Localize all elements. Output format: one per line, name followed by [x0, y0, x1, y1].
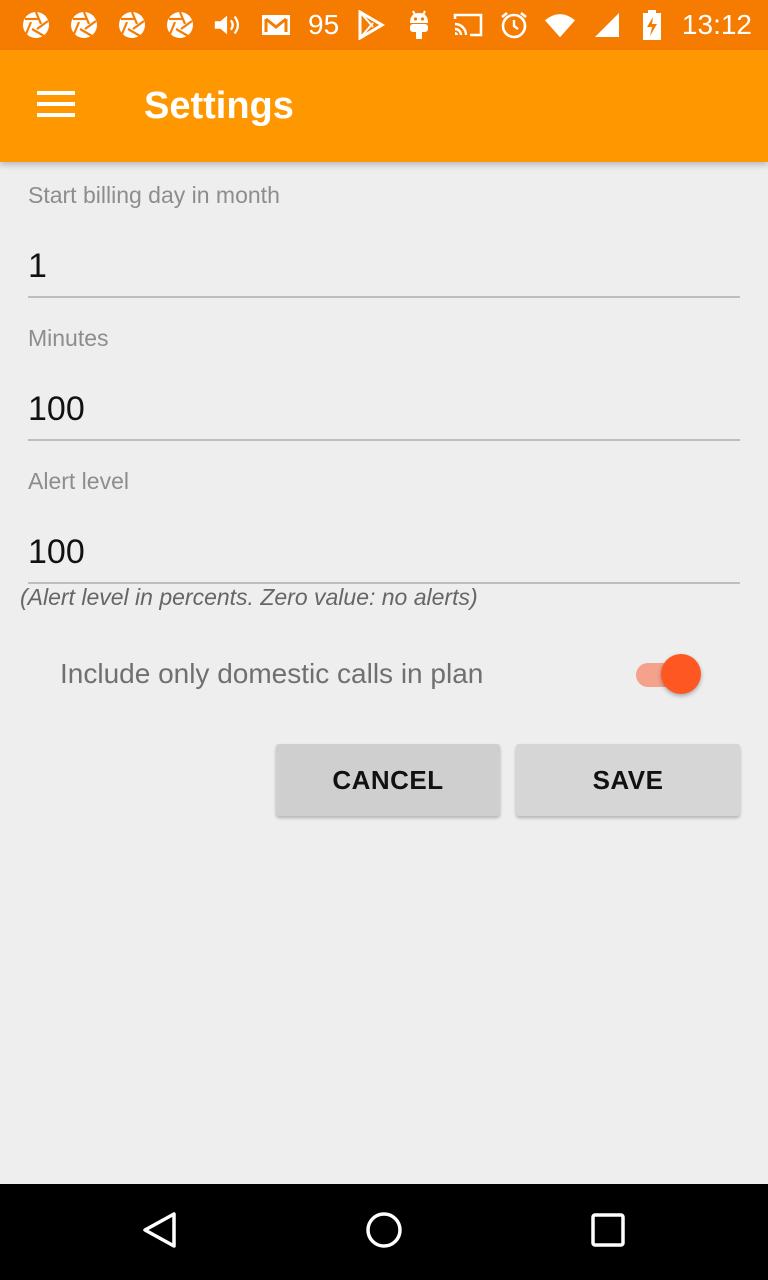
- back-triangle-icon: [140, 1210, 180, 1255]
- alert-level-label: Alert level: [28, 468, 129, 494]
- navigation-bar: [0, 1184, 768, 1280]
- billing-day-field: Start billing day in month: [28, 182, 740, 302]
- clock-time: 13:12: [681, 9, 752, 40]
- domestic-calls-switch[interactable]: [634, 652, 706, 696]
- menu-button[interactable]: [0, 50, 112, 162]
- recents-square-icon: [590, 1212, 626, 1253]
- page-title: Settings: [144, 84, 294, 127]
- volume-icon: [212, 9, 244, 41]
- recents-button[interactable]: [576, 1200, 640, 1264]
- domestic-calls-label: Include only domestic calls in plan: [60, 658, 484, 689]
- status-system: 13:12: [452, 9, 752, 41]
- play-store-icon: [355, 9, 387, 41]
- android-icon: [403, 9, 435, 41]
- aperture-icon: [68, 9, 100, 41]
- home-circle-icon: [364, 1210, 404, 1255]
- gmail-icon: [260, 9, 292, 41]
- status-notifications: 95: [20, 9, 435, 41]
- back-button[interactable]: [128, 1200, 192, 1264]
- cancel-button[interactable]: CANCEL: [276, 744, 500, 816]
- minutes-label: Minutes: [28, 325, 109, 351]
- domestic-calls-row[interactable]: Include only domestic calls in plan: [0, 632, 768, 714]
- alert-level-input[interactable]: [28, 532, 740, 584]
- save-button[interactable]: SAVE: [516, 744, 740, 816]
- alert-level-hint: (Alert level in percents. Zero value: no…: [20, 584, 478, 610]
- battery-charging-icon: [636, 9, 668, 41]
- alert-level-field: Alert level: [28, 468, 740, 588]
- signal-icon: [590, 9, 622, 41]
- aperture-icon: [164, 9, 196, 41]
- aperture-icon: [20, 9, 52, 41]
- minutes-field: Minutes: [28, 325, 740, 445]
- billing-day-label: Start billing day in month: [28, 182, 280, 208]
- minutes-input[interactable]: [28, 389, 740, 441]
- hamburger-menu-icon: [37, 90, 75, 123]
- alarm-icon: [498, 9, 530, 41]
- aperture-icon: [116, 9, 148, 41]
- status-bar: 95 13:12: [0, 0, 768, 50]
- app-bar: Settings: [0, 50, 768, 162]
- cast-icon: [452, 9, 484, 41]
- billing-day-input[interactable]: [28, 246, 740, 298]
- wifi-icon: [544, 9, 576, 41]
- badge-number: 95: [308, 9, 340, 40]
- home-button[interactable]: [352, 1200, 416, 1264]
- switch-thumb: [661, 654, 701, 694]
